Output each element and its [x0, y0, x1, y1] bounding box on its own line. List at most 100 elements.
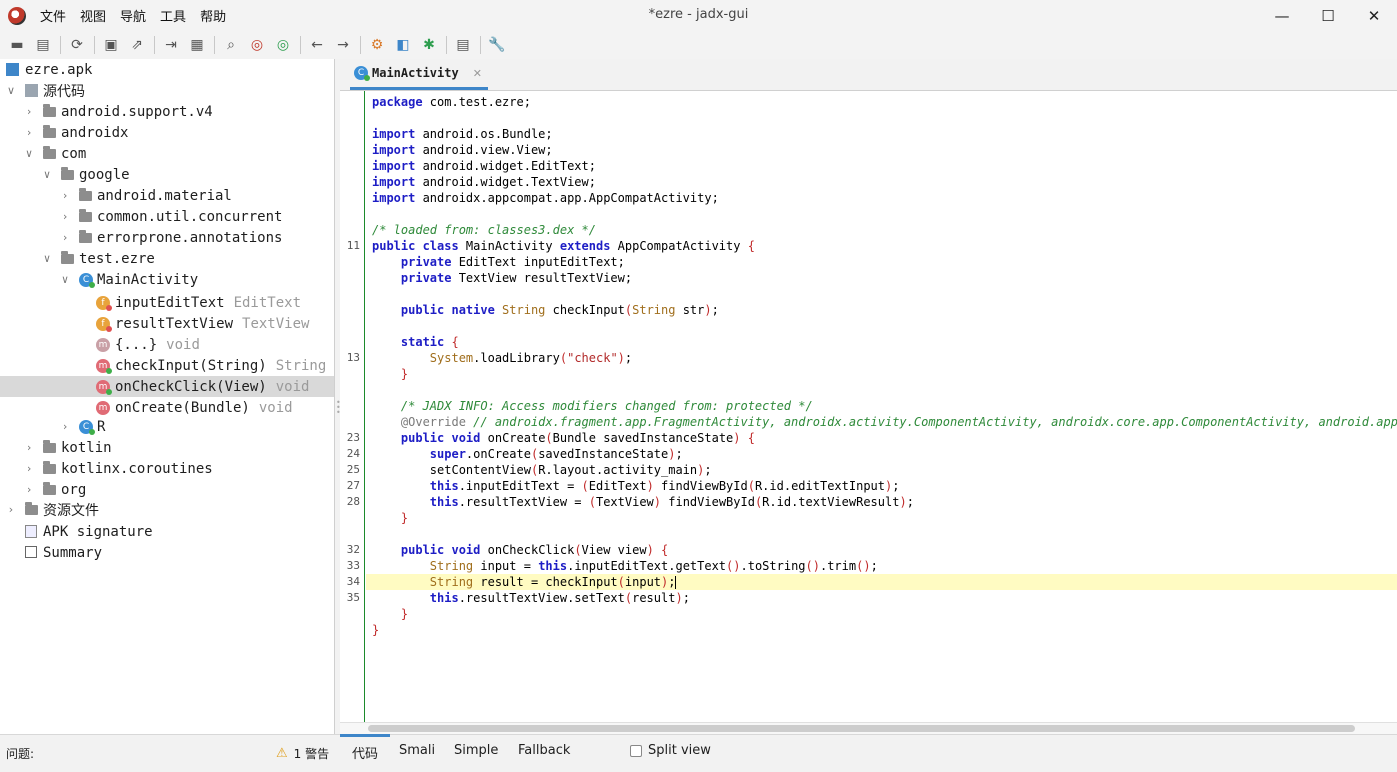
- menu-view[interactable]: 视图: [80, 6, 106, 25]
- chevron-right-icon[interactable]: ›: [6, 503, 16, 516]
- code-line: static {: [400, 335, 459, 349]
- menu-help[interactable]: 帮助: [200, 6, 226, 25]
- add-file-icon[interactable]: ▤: [32, 34, 54, 56]
- preferences-icon[interactable]: 🔧: [486, 34, 508, 56]
- tree-label: Summary: [43, 544, 103, 561]
- tree-node-field-input[interactable]: f inputEditText EditText: [0, 292, 334, 313]
- tree-node-resources[interactable]: › 资源文件: [0, 499, 334, 520]
- sync-tree-icon[interactable]: ⇥: [160, 34, 182, 56]
- folder-icon: [79, 209, 92, 222]
- project-tree[interactable]: ezre.apk ∨ 源代码 › android.support.v4 › an…: [0, 59, 335, 734]
- code-line: import android.widget.EditText;: [372, 159, 596, 173]
- tree-node-android-material[interactable]: › android.material: [0, 185, 334, 206]
- chevron-right-icon[interactable]: ›: [24, 126, 34, 139]
- tree-node-method-create[interactable]: m onCreate(Bundle) void: [0, 397, 334, 418]
- menu-navigation[interactable]: 导航: [120, 6, 146, 25]
- chevron-right-icon[interactable]: ›: [60, 189, 70, 202]
- tree-label: google: [79, 166, 130, 183]
- tab-code[interactable]: 代码: [339, 734, 391, 762]
- line-number: 24: [346, 447, 360, 460]
- folder-icon: [43, 146, 56, 159]
- chevron-right-icon[interactable]: ›: [24, 105, 34, 118]
- tree-node-google[interactable]: ∨ google: [0, 164, 334, 185]
- checkbox-icon[interactable]: [630, 744, 642, 757]
- tab-smali[interactable]: Smali: [399, 743, 435, 758]
- tab-fallback[interactable]: Fallback: [518, 743, 570, 758]
- code-comment: /* loaded from: classes3.dex */: [372, 223, 596, 237]
- chevron-down-icon[interactable]: ∨: [24, 147, 34, 160]
- tree-node-android-support[interactable]: › android.support.v4: [0, 101, 334, 122]
- export-icon[interactable]: ⇗: [126, 34, 148, 56]
- tree-type-label: TextView: [242, 315, 310, 332]
- chevron-right-icon[interactable]: ›: [60, 420, 70, 433]
- code-line: System.loadLibrary("check");: [429, 351, 633, 365]
- log-icon[interactable]: ▤: [452, 34, 474, 56]
- close-icon[interactable]: ✕: [473, 67, 482, 80]
- save-icon[interactable]: ▣: [100, 34, 122, 56]
- tree-node-kotlin[interactable]: › kotlin: [0, 437, 334, 458]
- code-line: @Override // androidx.fragment.app.Fragm…: [400, 415, 1397, 429]
- splitter-handle[interactable]: • • •: [336, 399, 341, 417]
- tree-node-androidx[interactable]: › androidx: [0, 122, 334, 143]
- flatten-packages-icon[interactable]: ▦: [186, 34, 208, 56]
- tree-node-sources[interactable]: ∨ 源代码: [0, 80, 334, 101]
- tree-node-com[interactable]: ∨ com: [0, 143, 334, 164]
- warnings-indicator[interactable]: ⚠ 1 警告: [276, 745, 329, 762]
- deobfuscation-icon[interactable]: ⚙: [366, 34, 388, 56]
- folder-icon: [79, 188, 92, 201]
- tree-label: MainActivity: [97, 271, 199, 288]
- tree-node-method-click[interactable]: m onCheckClick(View) void: [0, 376, 334, 397]
- tree-node-apk[interactable]: ezre.apk: [0, 59, 334, 80]
- find-usage-icon[interactable]: ◎: [272, 34, 294, 56]
- tab-simple[interactable]: Simple: [454, 743, 498, 758]
- toolbar-separator: [94, 36, 95, 54]
- tree-node-static-block[interactable]: m {...} void: [0, 334, 334, 355]
- tree-node-method-check[interactable]: m checkInput(String) String: [0, 355, 334, 376]
- tree-node-field-result[interactable]: f resultTextView TextView: [0, 313, 334, 334]
- minimize-button[interactable]: —: [1259, 0, 1305, 31]
- maximize-button[interactable]: ☐: [1305, 0, 1351, 31]
- tree-node-apk-signature[interactable]: APK signature: [0, 521, 334, 542]
- split-view-checkbox[interactable]: Split view: [630, 743, 711, 758]
- close-button[interactable]: ✕: [1351, 0, 1397, 31]
- tree-node-summary[interactable]: Summary: [0, 542, 334, 563]
- back-icon[interactable]: ←: [306, 34, 328, 56]
- tree-node-mainactivity[interactable]: ∨ C MainActivity: [0, 269, 334, 290]
- chevron-down-icon[interactable]: ∨: [60, 273, 70, 286]
- chevron-right-icon[interactable]: ›: [60, 210, 70, 223]
- toolbar-separator: [60, 36, 61, 54]
- field-icon: f: [96, 296, 112, 311]
- chevron-right-icon[interactable]: ›: [24, 462, 34, 475]
- find-class-icon[interactable]: ◎: [246, 34, 268, 56]
- chevron-right-icon[interactable]: ›: [60, 231, 70, 244]
- chevron-down-icon[interactable]: ∨: [6, 84, 16, 97]
- folder-icon: [79, 230, 92, 243]
- menu-file[interactable]: 文件: [40, 6, 66, 25]
- code-line: import android.view.View;: [372, 143, 553, 157]
- chevron-right-icon[interactable]: ›: [24, 441, 34, 454]
- debug-icon[interactable]: ✱: [418, 34, 440, 56]
- tree-node-org[interactable]: › org: [0, 479, 334, 500]
- sync-icon[interactable]: ⟳: [66, 34, 88, 56]
- tree-node-test-ezre[interactable]: ∨ test.ezre: [0, 248, 334, 269]
- tab-mainactivity[interactable]: C MainActivity ✕: [350, 59, 488, 90]
- quark-icon[interactable]: ◧: [392, 34, 414, 56]
- chevron-right-icon[interactable]: ›: [24, 483, 34, 496]
- tree-label: 资源文件: [43, 502, 99, 519]
- folder-icon: [43, 461, 56, 474]
- menu-tools[interactable]: 工具: [160, 6, 186, 25]
- horizontal-scrollbar[interactable]: [340, 722, 1397, 734]
- tree-node-common-util[interactable]: › common.util.concurrent: [0, 206, 334, 227]
- tree-node-class-r[interactable]: › C R: [0, 416, 334, 437]
- tree-node-kotlinx[interactable]: › kotlinx.coroutines: [0, 458, 334, 479]
- tree-node-errorprone[interactable]: › errorprone.annotations: [0, 227, 334, 248]
- chevron-down-icon[interactable]: ∨: [42, 168, 52, 181]
- chevron-down-icon[interactable]: ∨: [42, 252, 52, 265]
- search-icon[interactable]: ⌕: [220, 34, 242, 56]
- scrollbar-thumb[interactable]: [368, 725, 1355, 732]
- code-line: }: [400, 367, 409, 381]
- code-line: this.resultTextView.setText(result);: [429, 591, 690, 605]
- code-editor[interactable]: 11 13 23 24 25 27 28 32 33 34 35 package…: [340, 90, 1397, 722]
- open-icon[interactable]: ▬: [6, 34, 28, 56]
- forward-icon[interactable]: →: [332, 34, 354, 56]
